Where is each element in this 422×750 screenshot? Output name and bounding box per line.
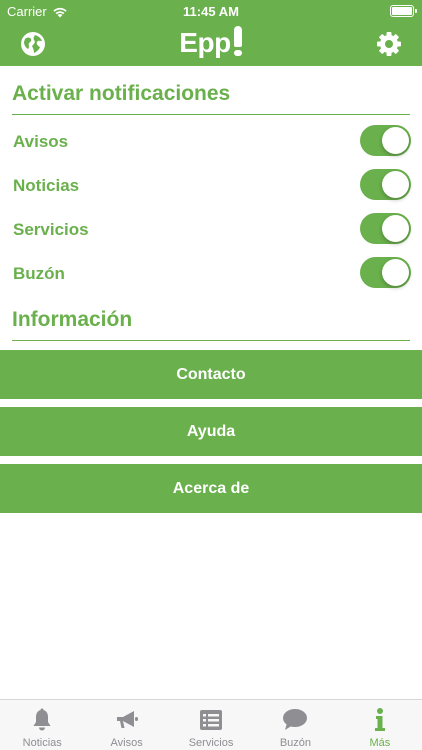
toggle-knob (382, 215, 409, 242)
tab-label: Avisos (110, 737, 143, 749)
bell-icon (33, 708, 51, 731)
toggle-knob (382, 259, 409, 286)
nav-bar: Epp (0, 22, 422, 66)
tab-avisos[interactable]: Avisos (84, 700, 168, 750)
avisos-toggle[interactable] (360, 125, 411, 156)
logo-text: Epp (179, 27, 231, 58)
tab-label: Servicios (188, 737, 234, 749)
notification-label: Noticias (13, 176, 80, 195)
tab-bar: Noticias Avisos Servicios Buzón Más (0, 699, 422, 750)
list-icon (200, 710, 223, 730)
info-icon (374, 708, 385, 731)
tab-buzon[interactable]: Buzón (253, 700, 337, 750)
notification-label: Servicios (13, 220, 89, 239)
notification-label: Avisos (13, 132, 69, 151)
tab-noticias[interactable]: Noticias (0, 700, 84, 750)
buzon-toggle[interactable] (360, 257, 411, 288)
battery-icon (390, 5, 417, 17)
tab-label: Noticias (22, 737, 62, 749)
status-bar: Carrier 11:45 AM (0, 0, 422, 22)
notification-row-avisos: Avisos (0, 120, 422, 164)
tab-label: Más (369, 737, 391, 749)
tab-mas[interactable]: Más (338, 700, 422, 750)
notification-row-servicios: Servicios (0, 208, 422, 252)
servicios-toggle[interactable] (360, 213, 411, 244)
notification-label: Buzón (13, 264, 65, 283)
toggle-knob (382, 171, 409, 198)
toggle-knob (382, 127, 409, 154)
notifications-title: Activar notificaciones (12, 82, 231, 105)
chat-bubble-icon (283, 709, 308, 730)
tab-label: Buzón (279, 737, 312, 749)
noticias-toggle[interactable] (360, 169, 411, 200)
section-divider (12, 340, 410, 341)
contacto-button[interactable]: Contacto (0, 350, 422, 399)
section-divider (12, 114, 410, 115)
tab-servicios[interactable]: Servicios (169, 700, 253, 750)
app-logo: Epp (0, 26, 422, 59)
status-time: 11:45 AM (183, 4, 239, 19)
logo-mark (233, 26, 243, 56)
acerca-de-button[interactable]: Acerca de (0, 464, 422, 513)
info-title: Información (12, 308, 133, 331)
notification-row-buzon: Buzón (0, 252, 422, 296)
megaphone-icon (116, 711, 138, 728)
gear-icon[interactable] (374, 29, 404, 59)
ayuda-button[interactable]: Ayuda (0, 407, 422, 456)
notification-row-noticias: Noticias (0, 164, 422, 208)
